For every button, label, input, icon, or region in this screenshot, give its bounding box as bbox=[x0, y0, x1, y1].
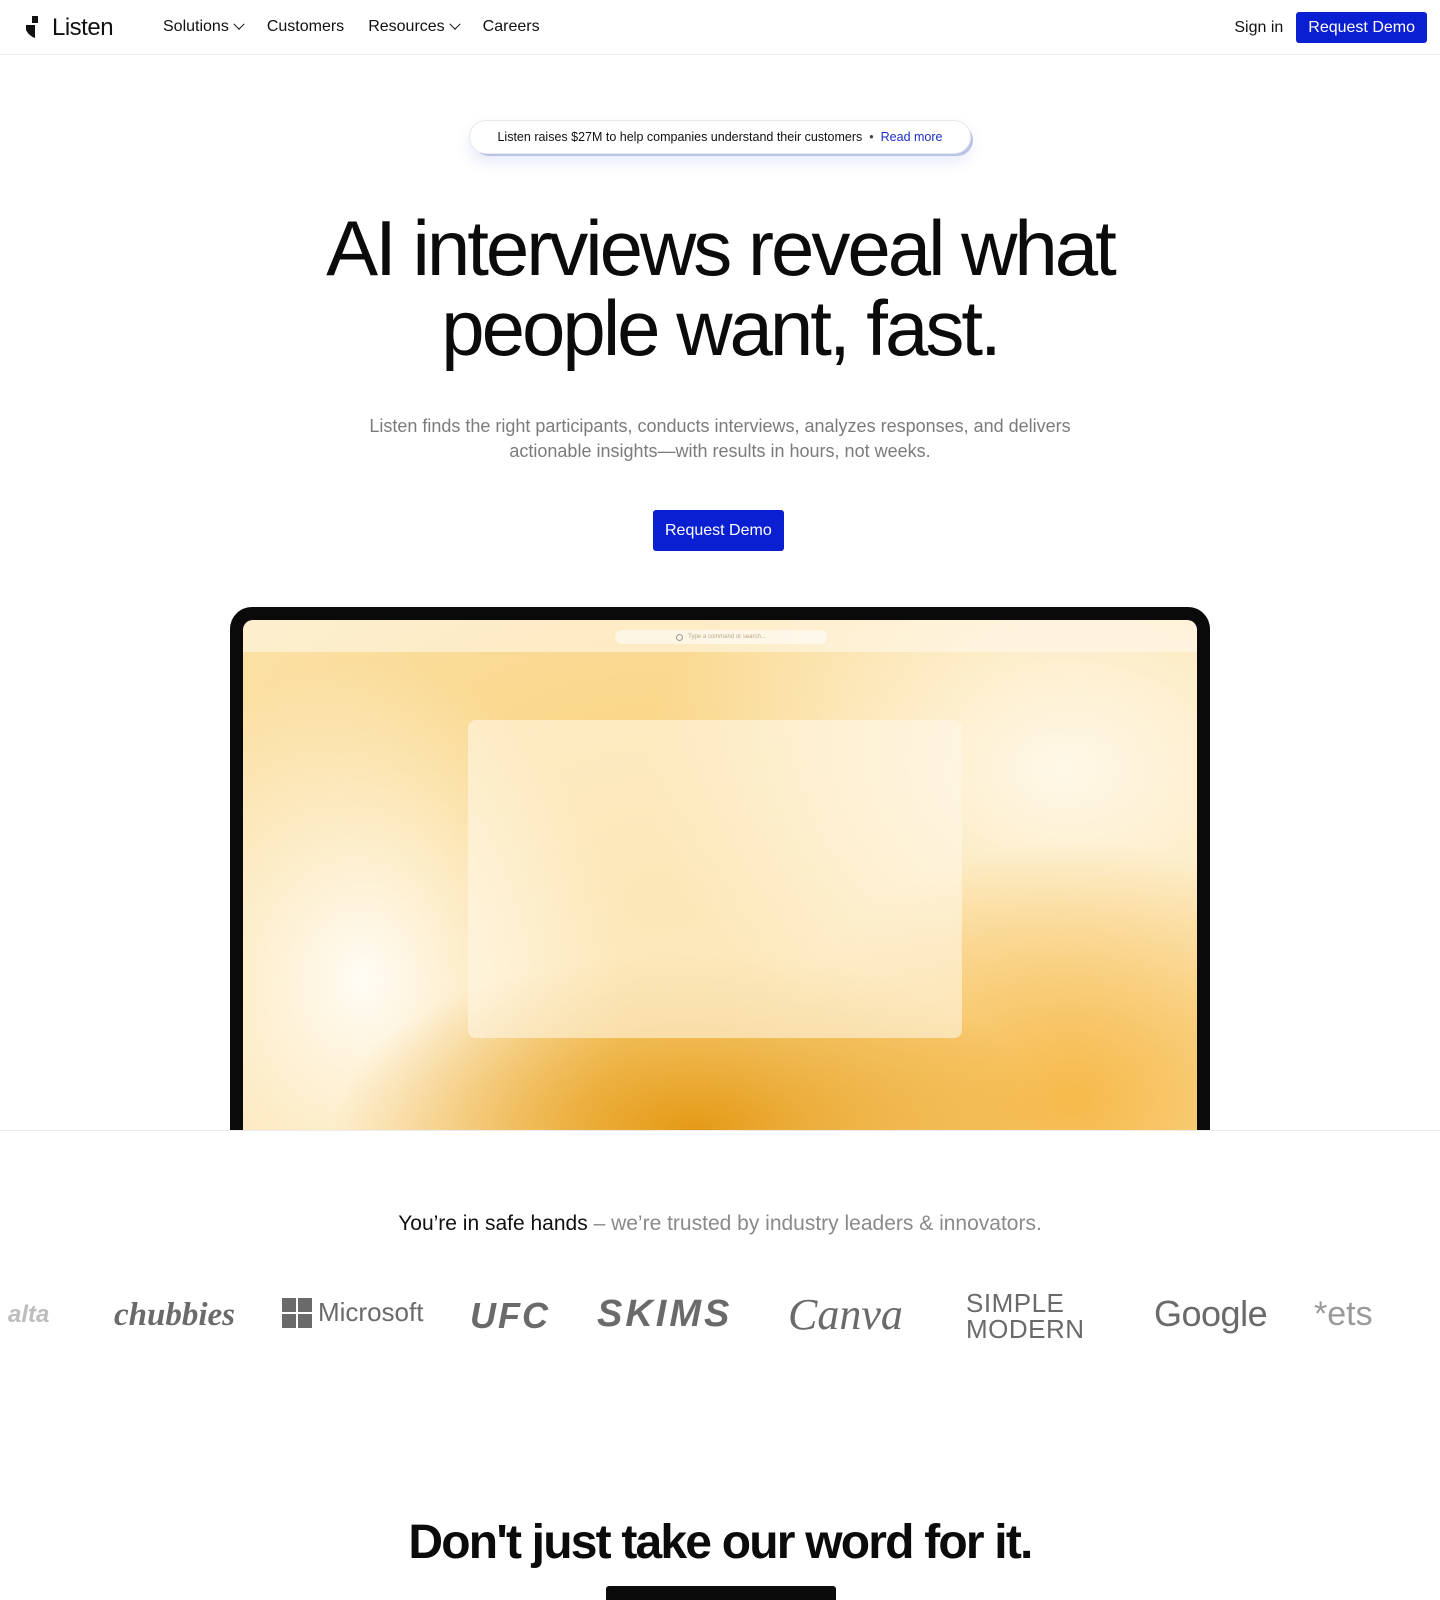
nav-customers-label: Customers bbox=[266, 18, 345, 35]
top-nav: Listen Solutions Customers Resources Car… bbox=[0, 0, 1440, 55]
chevron-down-icon bbox=[449, 18, 461, 30]
nav-request-demo-button[interactable]: Request Demo bbox=[1296, 12, 1427, 43]
hero-subtitle-line2: actionable insights—with results in hour… bbox=[509, 441, 931, 461]
nav-customers[interactable]: Customers bbox=[267, 18, 344, 36]
logo-ets: *ets bbox=[1314, 1295, 1373, 1333]
logo-microsoft-text: Microsoft bbox=[318, 1297, 424, 1327]
logo-ufc: UFC bbox=[470, 1295, 550, 1336]
customer-logo-strip: alta chubbies Microsoft UFC SKIMS Canva … bbox=[0, 1285, 1440, 1355]
logo-simple-line2: MODERN bbox=[966, 1314, 1085, 1344]
app-panel bbox=[468, 720, 962, 1038]
laptop-mockup: Type a command or search... bbox=[230, 607, 1210, 1130]
nav-careers[interactable]: Careers bbox=[483, 18, 540, 36]
chevron-down-icon bbox=[233, 18, 245, 30]
logo-microsoft: Microsoft bbox=[282, 1297, 423, 1328]
microsoft-squares-icon bbox=[282, 1297, 312, 1328]
nav-actions: Sign in Request Demo bbox=[1234, 12, 1427, 43]
logo-chubbies: chubbies bbox=[114, 1297, 236, 1333]
hero-title: AI interviews reveal what people want, f… bbox=[0, 208, 1440, 368]
hero-subtitle: Listen finds the right participants, con… bbox=[330, 414, 1110, 464]
logo-canva: Canva bbox=[788, 1290, 903, 1339]
logo-google: Google bbox=[1154, 1293, 1268, 1334]
listen-logo-icon bbox=[26, 16, 38, 38]
read-more-link[interactable]: Read more bbox=[881, 130, 943, 144]
command-search-placeholder: Type a command or search... bbox=[688, 634, 766, 640]
hero-title-line1: AI interviews reveal what bbox=[326, 204, 1117, 292]
logo-alta: alta bbox=[8, 1301, 50, 1328]
testimonials-heading: Don't just take our word for it. bbox=[408, 1516, 1033, 1569]
section-divider bbox=[0, 1130, 1440, 1131]
brand-name: Listen bbox=[52, 14, 114, 41]
announcement-pill[interactable]: Listen raises $27M to help companies und… bbox=[469, 120, 971, 154]
announcement-text: Listen raises $27M to help companies und… bbox=[497, 130, 863, 144]
brand-logo[interactable]: Listen bbox=[24, 14, 114, 42]
search-icon bbox=[676, 633, 684, 641]
trust-strong-text: You’re in safe hands bbox=[398, 1212, 588, 1235]
announcement-separator: • bbox=[869, 130, 874, 144]
testimonials-button[interactable] bbox=[606, 1586, 836, 1600]
trust-muted-text: – we’re trusted by industry leaders & in… bbox=[587, 1212, 1042, 1235]
primary-nav: Solutions Customers Resources Careers bbox=[163, 18, 540, 36]
nav-careers-label: Careers bbox=[482, 18, 540, 35]
trust-statement: You’re in safe hands – we’re trusted by … bbox=[0, 1212, 1440, 1236]
nav-solutions[interactable]: Solutions bbox=[163, 18, 245, 36]
nav-solutions-label: Solutions bbox=[163, 18, 229, 35]
logo-simple-modern: SIMPLE MODERN bbox=[966, 1290, 1085, 1342]
logo-skims: SKIMS bbox=[597, 1293, 733, 1335]
hero-request-demo-button[interactable]: Request Demo bbox=[653, 510, 784, 551]
command-search[interactable]: Type a command or search... bbox=[615, 630, 827, 644]
app-screen: Type a command or search... bbox=[243, 620, 1197, 1130]
nav-resources[interactable]: Resources bbox=[368, 18, 461, 36]
app-top-bar: Type a command or search... bbox=[243, 620, 1197, 652]
sign-in-link[interactable]: Sign in bbox=[1234, 19, 1283, 37]
hero-subtitle-line1: Listen finds the right participants, con… bbox=[369, 416, 1071, 436]
nav-resources-label: Resources bbox=[368, 18, 445, 35]
hero-title-line2: people want, fast. bbox=[441, 284, 1001, 372]
